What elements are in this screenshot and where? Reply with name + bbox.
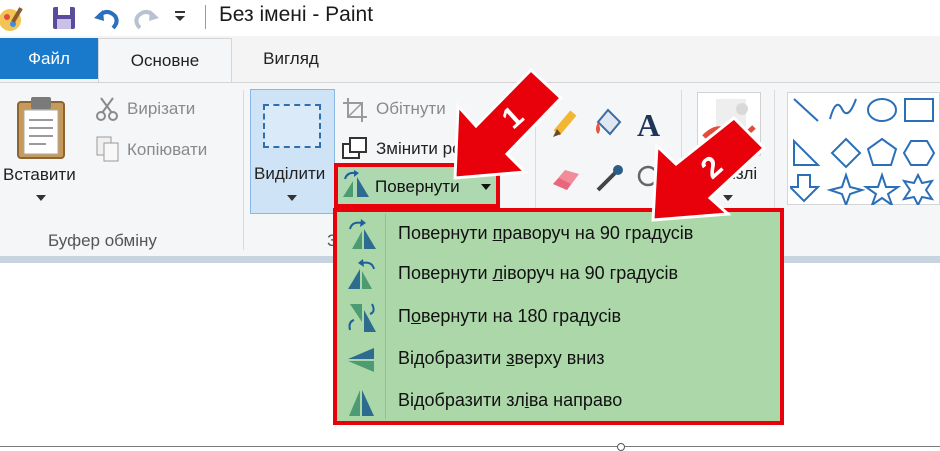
paint-window: Без імені - Paint Файл Основне Вигляд Вс…	[0, 0, 940, 451]
annotation-overlay	[453, 67, 767, 222]
